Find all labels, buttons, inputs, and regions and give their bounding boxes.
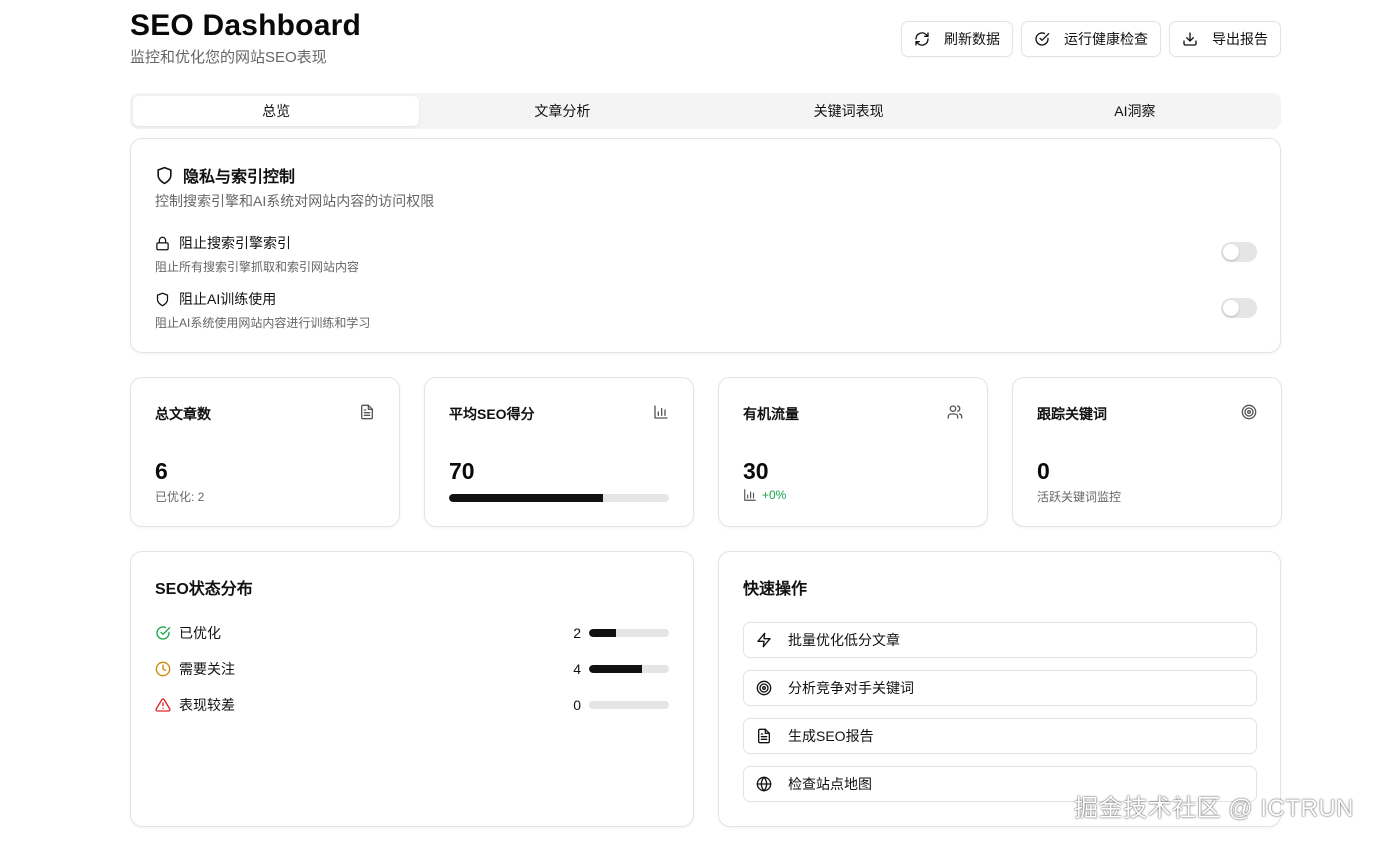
stat-label: 总文章数 <box>155 406 211 422</box>
stat-note-text: 活跃关键词监控 <box>1037 490 1122 504</box>
status-label: 需要关注 <box>179 661 235 677</box>
stat-card-total-articles: 总文章数 6 已优化: 2 <box>130 377 400 527</box>
check-circle-icon <box>1035 32 1050 46</box>
bar-chart-icon <box>654 405 668 419</box>
tab-bar: 总览 文章分析 关键词表现 AI洞察 <box>130 93 1281 129</box>
target-icon <box>1241 404 1257 420</box>
seo-status-title: SEO状态分布 <box>155 581 253 598</box>
stat-value: 30 <box>743 458 769 484</box>
check-circle-icon <box>156 626 171 640</box>
block-search-label: 阻止搜索引擎索引 <box>179 235 291 251</box>
status-row-poor: 表现较差 0 <box>155 695 669 715</box>
stat-value: 0 <box>1037 458 1050 484</box>
export-report-label: 导出报告 <box>1212 31 1268 47</box>
status-row-optimized: 已优化 2 <box>155 623 669 643</box>
status-bar <box>589 665 669 673</box>
stat-card-avg-seo-score: 平均SEO得分 70 <box>424 377 694 527</box>
block-search-toggle[interactable] <box>1221 242 1257 262</box>
dashboard: SEO Dashboard 监控和优化您的网站SEO表现 刷新数据 运行健康检查… <box>130 0 1282 827</box>
privacy-row-search-index: 阻止搜索引擎索引 阻止所有搜索引擎抓取和索引网站内容 <box>155 233 1257 277</box>
block-ai-toggle[interactable] <box>1221 298 1257 318</box>
generate-report-label: 生成SEO报告 <box>788 728 874 744</box>
seo-score-progress-fill <box>449 494 603 502</box>
check-sitemap-label: 检查站点地图 <box>788 776 872 792</box>
status-bar <box>589 629 669 637</box>
analyze-competitor-button[interactable]: 分析竞争对手关键词 <box>743 670 1257 706</box>
status-label: 已优化 <box>179 625 221 641</box>
lightning-icon <box>757 632 771 648</box>
stat-card-tracked-keywords: 跟踪关键词 0 活跃关键词监控 <box>1012 377 1282 527</box>
batch-optimize-label: 批量优化低分文章 <box>788 632 900 648</box>
privacy-row-label: 阻止AI训练使用 <box>155 289 1257 309</box>
quick-actions-title: 快速操作 <box>743 581 808 598</box>
stat-value: 70 <box>449 458 475 484</box>
quick-actions-card: 快速操作 批量优化低分文章 分析竞争对手关键词 生成SEO报告 检查站点地图 <box>718 551 1281 827</box>
status-count: 0 <box>573 697 581 713</box>
shield-icon <box>157 166 172 184</box>
privacy-description: 控制搜索引擎和AI系统对网站内容的访问权限 <box>155 193 435 209</box>
stat-note-text: 已优化: 2 <box>155 490 205 504</box>
health-check-button[interactable]: 运行健康检查 <box>1021 21 1161 57</box>
refresh-icon <box>915 32 929 46</box>
stat-label: 有机流量 <box>743 406 799 422</box>
batch-optimize-button[interactable]: 批量优化低分文章 <box>743 622 1257 658</box>
status-count: 2 <box>573 625 581 641</box>
status-bar-fill <box>589 629 616 637</box>
status-bar-fill <box>589 665 643 673</box>
stat-label: 平均SEO得分 <box>449 406 535 422</box>
tab-overview[interactable]: 总览 <box>133 96 420 126</box>
document-icon <box>361 404 373 420</box>
stat-note: 活跃关键词监控 <box>1037 488 1121 505</box>
download-icon <box>1183 32 1197 46</box>
header-actions: 刷新数据 运行健康检查 导出报告 <box>901 21 1281 57</box>
stat-value: 6 <box>155 458 168 484</box>
block-ai-sub: 阻止AI系统使用网站内容进行训练和学习 <box>155 316 371 330</box>
page-header: SEO Dashboard 监控和优化您的网站SEO表现 刷新数据 运行健康检查… <box>130 0 1281 92</box>
block-search-sub: 阻止所有搜索引擎抓取和索引网站内容 <box>155 260 360 274</box>
alert-triangle-icon <box>155 698 171 712</box>
privacy-title: 隐私与索引控制 <box>155 163 295 187</box>
clock-icon <box>155 661 171 677</box>
stat-label: 跟踪关键词 <box>1037 406 1107 422</box>
lock-icon <box>156 236 169 250</box>
status-bar <box>589 701 669 709</box>
seo-status-card: SEO状态分布 已优化 2 需要关注 4 表现较差 0 <box>130 551 694 827</box>
watermark: 掘金技术社区 @ ICTRUN <box>1074 795 1354 822</box>
refresh-data-button[interactable]: 刷新数据 <box>901 21 1013 57</box>
shield-icon <box>156 292 169 306</box>
traffic-change: +0% <box>762 488 787 502</box>
stat-note: 已优化: 2 <box>155 488 204 505</box>
page-title: SEO Dashboard <box>130 9 361 42</box>
globe-icon <box>756 776 772 792</box>
export-report-button[interactable]: 导出报告 <box>1169 21 1281 57</box>
stat-note: +0% <box>743 488 786 502</box>
status-count: 4 <box>573 661 581 677</box>
block-ai-label: 阻止AI训练使用 <box>179 291 277 307</box>
analyze-competitor-label: 分析竞争对手关键词 <box>788 680 914 696</box>
seo-score-progress <box>449 494 669 502</box>
privacy-card: 隐私与索引控制 控制搜索引擎和AI系统对网站内容的访问权限 阻止搜索引擎索引 阻… <box>130 138 1281 353</box>
privacy-row-ai-training: 阻止AI训练使用 阻止AI系统使用网站内容进行训练和学习 <box>155 289 1257 333</box>
tab-ai-insights[interactable]: AI洞察 <box>992 96 1278 126</box>
bar-chart-icon <box>744 489 756 501</box>
privacy-row-label: 阻止搜索引擎索引 <box>155 233 1257 253</box>
page-subtitle: 监控和优化您的网站SEO表现 <box>130 49 327 66</box>
document-icon <box>758 728 770 744</box>
tab-article-analysis[interactable]: 文章分析 <box>419 96 705 126</box>
target-icon <box>756 680 772 696</box>
generate-report-button[interactable]: 生成SEO报告 <box>743 718 1257 754</box>
health-check-label: 运行健康检查 <box>1064 31 1148 47</box>
tab-keyword-performance[interactable]: 关键词表现 <box>706 96 992 126</box>
stat-card-organic-traffic: 有机流量 30 +0% <box>718 377 988 527</box>
status-row-needs-attention: 需要关注 4 <box>155 659 669 679</box>
status-label: 表现较差 <box>179 697 235 713</box>
privacy-title-text: 隐私与索引控制 <box>183 169 296 186</box>
users-icon <box>947 405 963 419</box>
refresh-data-label: 刷新数据 <box>944 31 1000 47</box>
